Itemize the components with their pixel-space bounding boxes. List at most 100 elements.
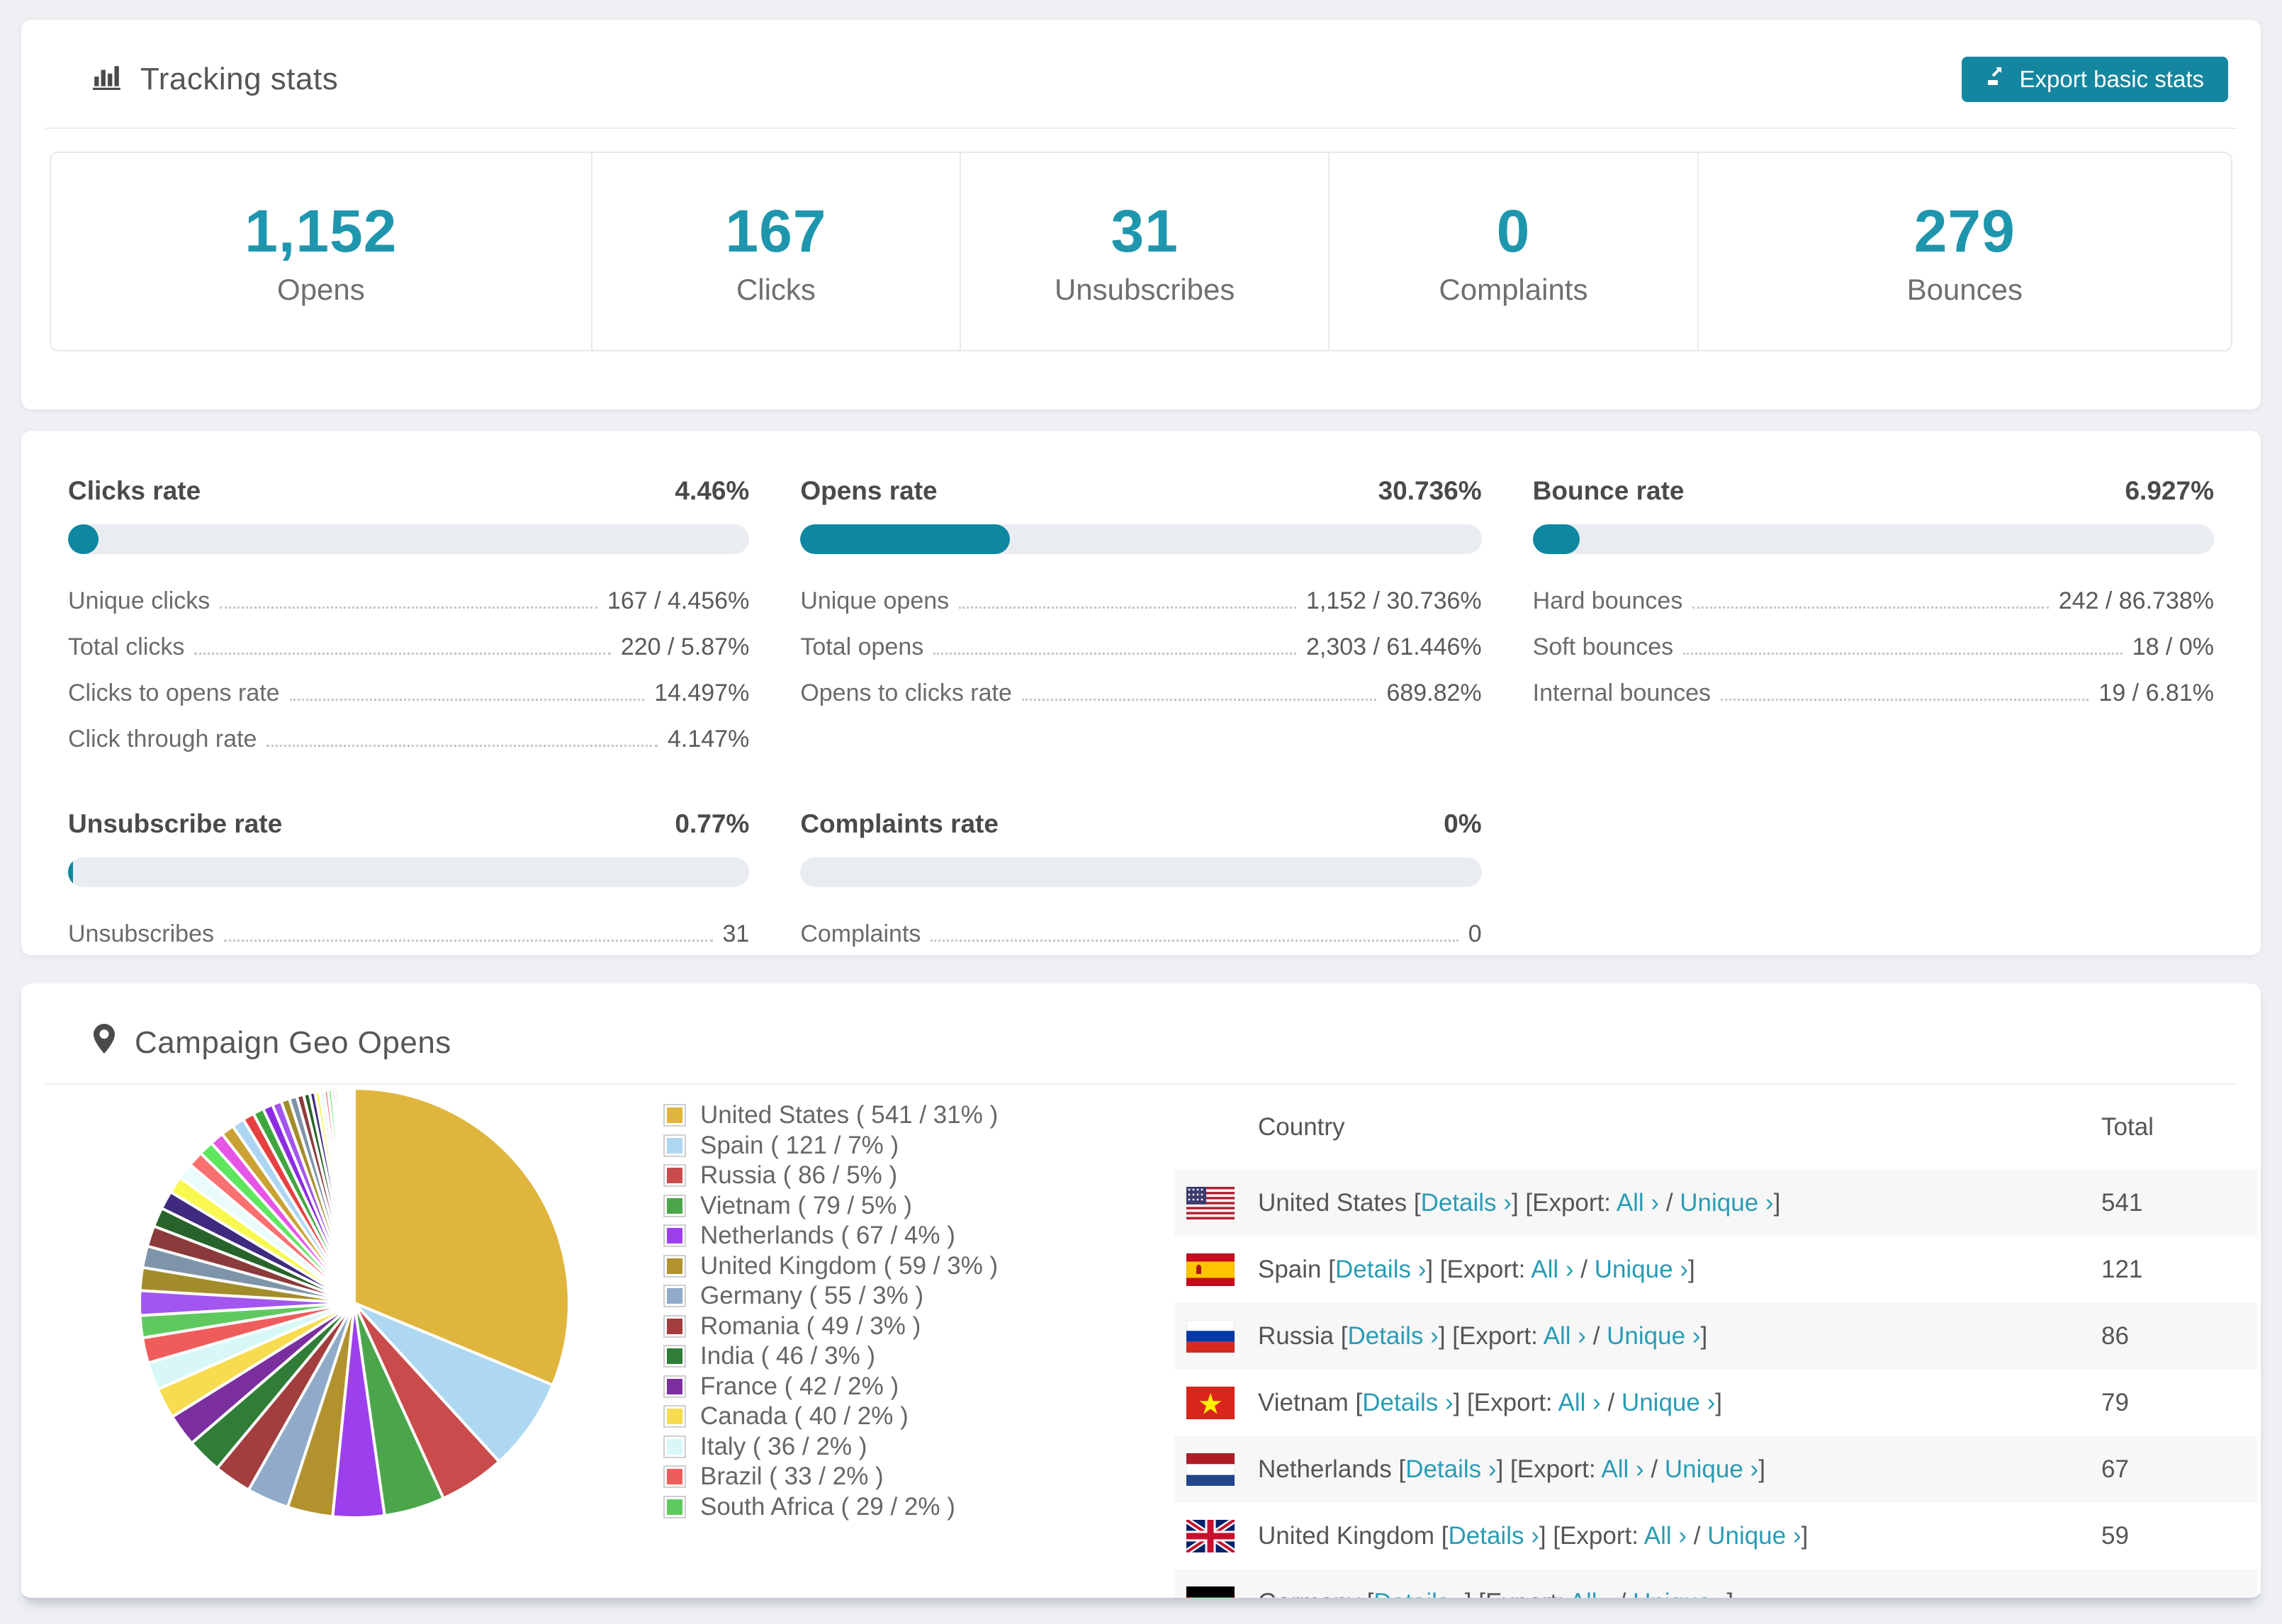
details-link[interactable]: Details › — [1347, 1322, 1438, 1350]
legend-color-swatch — [663, 1134, 686, 1157]
rate-value: 30.736% — [1378, 476, 1482, 505]
country-cell: Netherlands [Details ›] [Export: All › /… — [1258, 1455, 2101, 1484]
export-unique-link[interactable]: Unique › — [1680, 1189, 1773, 1217]
bracket: ] — [1758, 1455, 1765, 1483]
metric-value: 1,152 / 30.736% — [1306, 587, 1482, 614]
bracket: ] — [1773, 1189, 1781, 1217]
bracket: [ — [1413, 1189, 1421, 1217]
separator: / — [1687, 1522, 1708, 1550]
metric-label: Total clicks — [68, 633, 185, 660]
separator: / — [1612, 1589, 1633, 1598]
dotted-leader — [223, 940, 713, 942]
rate-title: Clicks rate — [68, 476, 201, 505]
flag-es-icon — [1186, 1253, 1235, 1287]
separator: / — [1585, 1322, 1607, 1350]
country-cell: Germany [Details ›] [Export: All › / Uni… — [1258, 1589, 2101, 1598]
metric-value: 31 — [722, 920, 750, 947]
metric-label: Clicks to opens rate — [68, 680, 280, 706]
export-unique-link[interactable]: Unique › — [1665, 1455, 1758, 1483]
stat-label: Clicks — [736, 272, 816, 306]
rate-value: 0% — [1444, 809, 1482, 838]
legend-item-united-kingdom: United Kingdom ( 59 / 3% ) — [663, 1251, 998, 1282]
export-unique-link[interactable]: Unique › — [1621, 1389, 1715, 1416]
legend-item-netherlands: Netherlands ( 67 / 4% ) — [663, 1221, 998, 1251]
separator: / — [1643, 1455, 1665, 1483]
metric-label: Unique opens — [800, 587, 950, 614]
bracket: ] — [1801, 1522, 1809, 1550]
dotted-leader — [1692, 607, 2049, 609]
metric-label: Soft bounces — [1532, 633, 1674, 660]
legend-label: Brazil ( 33 / 2% ) — [700, 1462, 884, 1491]
legend-color-swatch — [663, 1345, 686, 1368]
legend-label: Canada ( 40 / 2% ) — [700, 1402, 909, 1431]
legend-item-vietnam: Vietnam ( 79 / 5% ) — [663, 1191, 998, 1222]
legend-label: United Kingdom ( 59 / 3% ) — [700, 1251, 999, 1280]
details-link[interactable]: Details › — [1373, 1589, 1464, 1598]
rate-metric-row: Opens to clicks rate 689.82% — [800, 670, 1481, 716]
rate-block-complaints-rate: Complaints rate 0% Complaints 0 — [800, 809, 1482, 957]
rate-metric-row: Unique opens 1,152 / 30.736% — [800, 578, 1481, 624]
legend-item-canada: Canada ( 40 / 2% ) — [663, 1402, 998, 1432]
rate-progress-bar — [68, 524, 750, 554]
legend-item-italy: Italy ( 36 / 2% ) — [663, 1432, 998, 1462]
geo-table: Country Total United States [Details ›] … — [1174, 1085, 2257, 1598]
rate-value: 6.927% — [2125, 476, 2214, 505]
details-link[interactable]: Details › — [1405, 1455, 1496, 1483]
legend-color-swatch — [663, 1435, 686, 1458]
metric-label: Click through rate — [68, 726, 257, 752]
legend-color-swatch — [663, 1164, 686, 1188]
export-all-link[interactable]: All › — [1544, 1322, 1586, 1350]
rate-metric-row: Unique clicks 167 / 4.456% — [68, 578, 749, 624]
details-link[interactable]: Details › — [1362, 1389, 1453, 1416]
dotted-leader — [1021, 699, 1377, 701]
export-unique-link[interactable]: Unique › — [1707, 1522, 1801, 1550]
export-all-link[interactable]: All › — [1570, 1589, 1612, 1598]
rate-block-clicks-rate: Clicks rate 4.46% Unique clicks 167 / 4.456… — [68, 476, 750, 762]
stat-box-bounces: 279 Bounces — [1699, 153, 2231, 350]
metric-label: Hard bounces — [1532, 587, 1683, 614]
rate-progress-fill — [1532, 524, 1580, 554]
export-label: ] [Export: — [1438, 1322, 1544, 1350]
metric-value: 4.147% — [668, 726, 750, 752]
export-all-link[interactable]: All › — [1558, 1389, 1600, 1416]
details-link[interactable]: Details › — [1421, 1189, 1512, 1217]
tracking-stats-card: Tracking stats Export basic stats 1,152 O… — [21, 20, 2261, 410]
legend-label: Romania ( 49 / 3% ) — [700, 1312, 921, 1340]
legend-item-brazil: Brazil ( 33 / 2% ) — [663, 1462, 998, 1492]
legend-item-germany: Germany ( 55 / 3% ) — [663, 1281, 998, 1312]
export-all-link[interactable]: All › — [1531, 1256, 1573, 1283]
rate-progress-bar — [800, 857, 1482, 887]
metric-value: 167 / 4.456% — [607, 587, 750, 614]
export-label: ] [Export: — [1496, 1455, 1602, 1483]
flag-us-icon — [1186, 1186, 1235, 1220]
summary-stats-row: 1,152 Opens 167 Clicks 31 Unsubscribes 0 Compla… — [50, 152, 2232, 351]
rate-title: Bounce rate — [1532, 476, 1685, 505]
rate-progress-bar — [1532, 524, 2214, 554]
details-link[interactable]: Details › — [1335, 1256, 1426, 1283]
section-title: Campaign Geo Opens — [135, 1025, 451, 1060]
column-header-total: Total — [2101, 1113, 2154, 1141]
export-label: ] [Export: — [1511, 1189, 1617, 1217]
total-cell: 67 — [2101, 1455, 2129, 1483]
country-name: United States — [1258, 1189, 1414, 1217]
bracket: ] — [1687, 1256, 1695, 1283]
export-unique-link[interactable]: Unique › — [1595, 1256, 1688, 1283]
geo-pie-chart — [137, 1086, 570, 1519]
details-link[interactable]: Details › — [1449, 1522, 1539, 1550]
stat-box-unsubscribes: 31 Unsubscribes — [961, 153, 1330, 350]
rates-grid: Clicks rate 4.46% Unique clicks 167 / 4.456… — [21, 431, 2261, 957]
export-unique-link[interactable]: Unique › — [1607, 1322, 1700, 1350]
export-all-link[interactable]: All › — [1617, 1189, 1659, 1217]
rate-title: Opens rate — [800, 476, 938, 505]
legend-item-south-africa: South Africa ( 29 / 2% ) — [663, 1492, 998, 1523]
export-all-link[interactable]: All › — [1601, 1455, 1643, 1483]
geo-table-header: Country Total — [1174, 1085, 2257, 1170]
export-all-link[interactable]: All › — [1644, 1522, 1687, 1550]
separator: / — [1600, 1389, 1621, 1416]
legend-item-india: India ( 46 / 3% ) — [663, 1341, 998, 1372]
export-basic-stats-button[interactable]: Export basic stats — [1961, 57, 2228, 102]
export-unique-link[interactable]: Unique › — [1633, 1589, 1726, 1598]
stat-label: Bounces — [1906, 272, 2023, 306]
legend-item-france: France ( 42 / 2% ) — [663, 1372, 998, 1402]
divider — [45, 128, 2237, 129]
